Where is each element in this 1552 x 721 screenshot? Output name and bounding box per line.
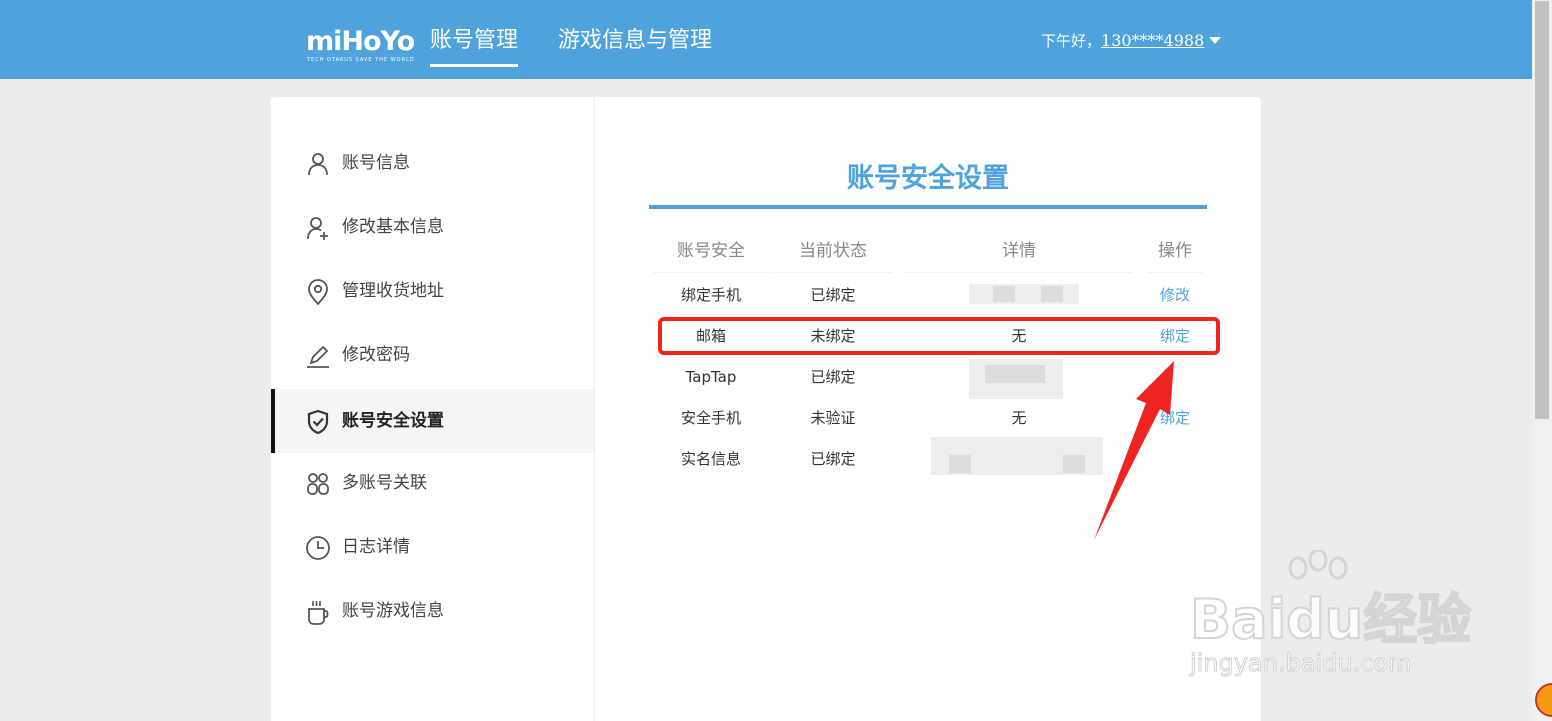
row-item: TapTap: [685, 368, 737, 386]
sidebar-item-security[interactable]: 账号安全设置: [271, 389, 594, 453]
scrollbar-thumb[interactable]: [1535, 1, 1549, 419]
sidebar-item-label: 修改密码: [342, 345, 410, 365]
redacted-detail: [993, 286, 1015, 302]
modify-phone-link[interactable]: 修改: [1147, 284, 1203, 306]
row-status: 未验证: [810, 409, 856, 427]
sidebar-item-game-info[interactable]: 账号游戏信息: [271, 579, 594, 643]
sidebar-item-label: 管理收货地址: [342, 281, 444, 301]
top-header: miHoYo TECH OTAKUS SAVE THE WORLD 账号管理 游…: [0, 0, 1532, 79]
location-pin-icon: [308, 279, 328, 305]
sidebar-item-label: 账号安全设置: [342, 411, 444, 431]
user-edit-icon: [307, 217, 328, 240]
header-divider: [1147, 272, 1203, 273]
row-status: 已绑定: [810, 286, 856, 304]
chevron-down-icon[interactable]: [1209, 37, 1222, 44]
sidebar-item-label: 账号游戏信息: [342, 601, 444, 621]
sidebar-item-account-info[interactable]: 账号信息: [271, 131, 594, 195]
sidebar-item-label: 日志详情: [342, 537, 410, 557]
table-header-detail: 详情: [1002, 241, 1036, 261]
highlight-box: [658, 317, 1220, 355]
tab-account-management[interactable]: 账号管理: [430, 26, 519, 67]
username-link[interactable]: 130****4988: [1101, 31, 1204, 50]
header-divider: [653, 272, 769, 273]
sidebar-item-password[interactable]: 修改密码: [271, 323, 594, 387]
baidu-watermark-url: jingyan.baidu.com: [1189, 649, 1412, 678]
row-status: 已绑定: [810, 368, 856, 386]
user-icon: [308, 153, 328, 176]
redacted-detail: [985, 365, 1045, 383]
row-item: 安全手机: [680, 409, 741, 427]
row-status: 已绑定: [810, 450, 856, 468]
redacted-detail: [1041, 286, 1063, 302]
corner-badge-icon[interactable]: [1532, 680, 1552, 720]
baidu-watermark: Baidu经验: [1189, 588, 1472, 651]
table-header-action: 操作: [1158, 241, 1192, 261]
greeting-text: 下午好，: [1041, 32, 1102, 50]
clock-icon: [306, 536, 330, 560]
sidebar-item-multi-account[interactable]: 多账号关联: [271, 451, 594, 515]
sidebar: 账号信息 修改基本信息 管理收货地址 修改密码 账号安全设置 多账号关联 日志详…: [271, 97, 595, 721]
sidebar-item-edit-basic-info[interactable]: 修改基本信息: [271, 195, 594, 259]
sidebar-item-label: 多账号关联: [342, 473, 427, 493]
row-item: 实名信息: [680, 450, 741, 468]
sidebar-item-address[interactable]: 管理收货地址: [271, 259, 594, 323]
page-title: 账号安全设置: [847, 163, 1009, 194]
header-divider: [905, 272, 1133, 273]
table-header-status: 当前状态: [799, 241, 867, 261]
title-underline: [649, 205, 1207, 209]
redacted-detail: [949, 455, 971, 473]
multi-account-icon: [307, 473, 329, 495]
sidebar-item-label: 修改基本信息: [342, 217, 444, 237]
user-greeting: 下午好，130****4988: [1041, 31, 1222, 51]
cup-icon: [308, 601, 329, 625]
annotation-arrow-icon: [1094, 361, 1174, 540]
mihoyo-logo[interactable]: miHoYo TECH OTAKUS SAVE THE WORLD: [306, 27, 415, 67]
page-scrollbar[interactable]: [1532, 0, 1552, 721]
sidebar-item-log[interactable]: 日志详情: [271, 515, 594, 579]
sidebar-item-label: 账号信息: [342, 153, 410, 173]
pencil-icon: [307, 345, 329, 368]
row-item: 绑定手机: [680, 286, 741, 304]
logo-tagline: TECH OTAKUS SAVE THE WORLD: [307, 57, 415, 63]
logo-text: miHoYo: [306, 26, 415, 57]
shield-check-icon: [307, 409, 329, 435]
header-divider: [773, 272, 893, 273]
tab-game-info[interactable]: 游戏信息与管理: [558, 26, 712, 56]
table-header-security: 账号安全: [677, 241, 745, 261]
